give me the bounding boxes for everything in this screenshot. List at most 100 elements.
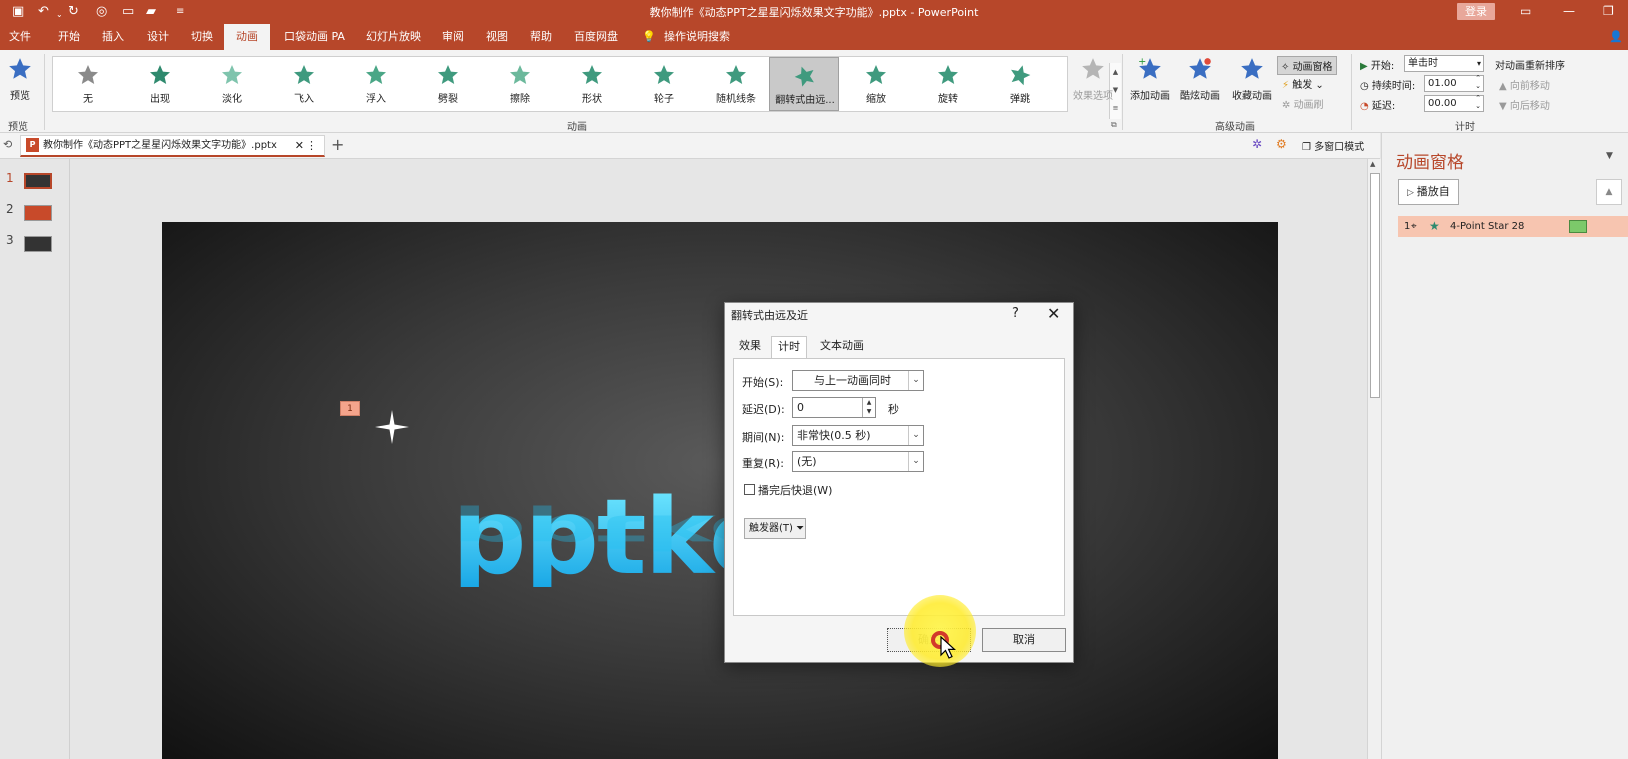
spinner-icon[interactable]: ⌃ ⌄ — [1475, 74, 1481, 90]
move-later-button[interactable]: ▼ 向后移动 — [1499, 97, 1550, 112]
animation-order-tag[interactable]: 1 — [340, 401, 360, 416]
star-icon — [78, 65, 98, 84]
tab-animations[interactable]: 动画 — [224, 24, 270, 50]
new-tab-icon[interactable]: + — [331, 135, 344, 154]
slide-thumbnail-1[interactable] — [24, 173, 52, 189]
ribbon: 预览 预览 无 出现 淡化 飞入 浮入 劈裂 擦除 形状 轮子 随机线条 翻转式… — [0, 50, 1628, 133]
dialog-tab-text-animation[interactable]: 文本动画 — [814, 336, 870, 358]
gallery-item-random-bars[interactable]: 随机线条 — [701, 57, 771, 111]
play-from-button[interactable]: ▷ 播放自 — [1398, 179, 1459, 205]
tab-file[interactable]: 文件 — [7, 24, 33, 50]
move-earlier-button[interactable]: ▲ 向前移动 — [1499, 77, 1550, 92]
scrollbar-thumb[interactable] — [1370, 173, 1380, 398]
tab-help[interactable]: 帮助 — [528, 24, 554, 50]
animation-painter-button[interactable]: ✲ 动画刷 — [1282, 96, 1324, 111]
gallery-item-fly-in[interactable]: 飞入 — [269, 57, 339, 111]
repeat-field-label: 重复(R): — [742, 457, 784, 470]
tab-list-icon[interactable]: ⟲ — [3, 138, 12, 151]
gallery-item-float-in[interactable]: 浮入 — [341, 57, 411, 111]
spinner-icon[interactable]: ▲ ▼ — [862, 398, 875, 417]
four-point-star-shape[interactable] — [375, 410, 409, 444]
gallery-item-zoom[interactable]: 缩放 — [841, 57, 911, 111]
tab-transitions[interactable]: 切换 — [189, 24, 215, 50]
chevron-down-icon: ▾ — [1476, 59, 1481, 68]
slide-thumbnail-2[interactable] — [24, 205, 52, 221]
slide-thumbnail-3[interactable] — [24, 236, 52, 252]
pane-options-icon[interactable]: ▼ — [1606, 151, 1613, 161]
spinner-icon[interactable]: ⌃ ⌄ — [1475, 94, 1481, 110]
magic-icon[interactable]: ✲ — [1252, 137, 1262, 151]
star-wheel-icon — [654, 65, 674, 84]
star-float-icon — [366, 65, 386, 84]
duration-input[interactable]: 01.00 ⌃ ⌄ — [1424, 74, 1484, 92]
animation-list-item[interactable]: 1 ⌖ ★ 4-Point Star 28 — [1398, 216, 1628, 237]
lightbulb-icon: 💡 — [642, 30, 656, 43]
tab-view[interactable]: 视图 — [484, 24, 510, 50]
star-bounce-icon — [1011, 65, 1031, 86]
gallery-item-fade[interactable]: 淡化 — [197, 57, 267, 111]
add-animation-button[interactable]: + 添加动画 — [1128, 56, 1172, 102]
delay-input[interactable]: 0 ▲ ▼ — [792, 397, 876, 418]
window-title: 教你制作《动态PPT之星星闪烁效果文字功能》.pptx - PowerPoint — [649, 6, 979, 19]
favorite-animation-button[interactable]: 收藏动画 — [1228, 56, 1276, 102]
dialog-launcher-icon[interactable]: ⧉ — [1111, 120, 1117, 130]
lightning-icon: ⚡ — [1282, 80, 1293, 91]
scroll-up-icon[interactable]: ▲ — [1370, 160, 1375, 168]
tab-more-icon[interactable]: ⋮ — [306, 136, 317, 155]
start-select[interactable]: 与上一动画同时 ⌄ — [792, 370, 924, 391]
star-burst-icon — [150, 65, 170, 84]
dialog-tab-effect[interactable]: 效果 — [733, 336, 767, 358]
start-combo[interactable]: 单击时 ▾ — [1404, 55, 1484, 72]
minimize-icon[interactable]: — — [1563, 3, 1575, 19]
canvas-vertical-scrollbar[interactable]: ▲ — [1367, 159, 1381, 759]
restore-icon[interactable]: ❐ — [1603, 3, 1614, 19]
tab-review[interactable]: 审阅 — [440, 24, 466, 50]
user-icon[interactable]: 👤 — [1607, 24, 1625, 50]
timeline-bar[interactable] — [1569, 220, 1587, 233]
period-field-label: 期间(N): — [742, 431, 785, 444]
delay-input[interactable]: 00.00 ⌃ ⌄ — [1424, 94, 1484, 112]
tab-pocket-animation[interactable]: 口袋动画 PA — [282, 24, 347, 50]
timing-group-label: 计时 — [1455, 122, 1475, 133]
svg-text:+: + — [1138, 57, 1146, 68]
document-tab[interactable]: P 教你制作《动态PPT之星星闪烁效果文字功能》.pptx ✕ ⋮ — [20, 135, 325, 157]
tell-me-search[interactable]: 操作说明搜索 — [662, 24, 732, 50]
cancel-button[interactable]: 取消 — [982, 628, 1066, 652]
tab-baidu-netdisk[interactable]: 百度网盘 — [572, 24, 620, 50]
tab-slideshow[interactable]: 幻灯片放映 — [364, 24, 423, 50]
dialog-tab-timing[interactable]: 计时 — [771, 336, 807, 358]
tab-home[interactable]: 开始 — [56, 24, 82, 50]
settings-gear-icon[interactable]: ⚙ — [1276, 137, 1287, 151]
gallery-item-wheel[interactable]: 轮子 — [629, 57, 699, 111]
trigger-button[interactable]: 触发器(T) ⏷ — [744, 518, 806, 539]
tab-insert[interactable]: 插入 — [100, 24, 126, 50]
effect-options-button[interactable]: 效果选项 — [1068, 56, 1118, 102]
gallery-item-swivel[interactable]: 旋转 — [913, 57, 983, 111]
gallery-item-bounce[interactable]: 弹跳 — [985, 57, 1055, 111]
cool-animation-button[interactable]: 酷炫动画 — [1176, 56, 1224, 102]
slide[interactable]: pptke pptke 1 — [162, 222, 1278, 759]
close-tab-icon[interactable]: ✕ — [295, 136, 304, 155]
period-select[interactable]: 非常快(0.5 秒) ⌄ — [792, 425, 924, 446]
move-up-icon[interactable]: ▲ — [1596, 179, 1622, 205]
gallery-item-grow-turn[interactable]: 翻转式由远... — [769, 57, 839, 111]
help-icon[interactable]: ? — [1012, 306, 1019, 321]
gallery-item-none[interactable]: 无 — [53, 57, 123, 111]
gallery-item-wipe[interactable]: 擦除 — [485, 57, 555, 111]
multi-window-mode-button[interactable]: ❐ 多窗口模式 — [1302, 138, 1364, 153]
login-button[interactable]: 登录 — [1457, 3, 1495, 20]
preview-button[interactable]: 预览 — [4, 56, 36, 102]
repeat-select[interactable]: (无) ⌄ — [792, 451, 924, 472]
ribbon-display-icon[interactable]: ▭ — [1520, 3, 1531, 19]
gallery-item-shape[interactable]: 形状 — [557, 57, 627, 111]
close-icon[interactable]: ✕ — [1047, 304, 1060, 323]
play-icon: ▶ — [1360, 61, 1371, 72]
rewind-checkbox[interactable] — [744, 484, 755, 495]
tab-design[interactable]: 设计 — [145, 24, 171, 50]
gallery-item-appear[interactable]: 出现 — [125, 57, 195, 111]
reorder-label: 对动画重新排序 — [1495, 61, 1565, 72]
delay-unit: 秒 — [888, 403, 899, 416]
animation-pane-button[interactable]: ✧ 动画窗格 — [1277, 56, 1337, 75]
trigger-button[interactable]: ⚡ 触发 ⌄ — [1282, 76, 1324, 91]
gallery-item-split[interactable]: 劈裂 — [413, 57, 483, 111]
